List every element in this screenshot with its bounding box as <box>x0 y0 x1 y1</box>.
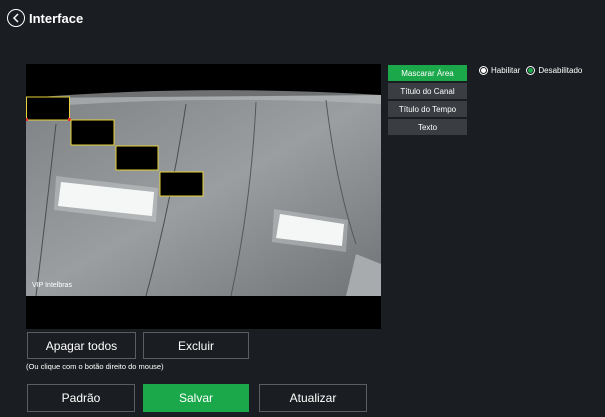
page-header: Interface <box>7 8 83 28</box>
delete-button[interactable]: Excluir <box>143 332 249 359</box>
tab-time-title[interactable]: Título do Tempo <box>388 101 467 117</box>
save-button[interactable]: Salvar <box>143 384 249 412</box>
radio-disable[interactable]: Desabilitado <box>526 66 582 75</box>
default-button[interactable]: Padrão <box>27 384 135 412</box>
video-overlay-text: VIP Intelbras <box>32 282 72 289</box>
video-preview[interactable]: VIP Intelbras <box>26 64 381 329</box>
clear-all-button[interactable]: Apagar todos <box>27 332 136 359</box>
mask-area-3[interactable] <box>115 145 159 171</box>
tab-text-label: Texto <box>417 122 438 132</box>
mask-area-1[interactable] <box>26 96 70 121</box>
tab-mask-area[interactable]: Mascarar Área <box>388 65 467 81</box>
tab-channel-title[interactable]: Título do Canal <box>388 83 467 99</box>
hint-text: (Ou clique com o botão direito do mouse) <box>26 362 164 371</box>
back-icon[interactable] <box>7 9 25 27</box>
delete-label: Excluir <box>177 338 214 353</box>
default-label: Padrão <box>61 391 101 405</box>
overlay-tabs: Mascarar Área Título do Canal Título do … <box>388 65 467 137</box>
refresh-label: Atualizar <box>289 391 337 405</box>
tab-channel-title-label: Título do Canal <box>400 86 455 96</box>
radio-enable-icon <box>479 66 488 75</box>
refresh-button[interactable]: Atualizar <box>259 384 367 412</box>
radio-enable-label: Habilitar <box>491 66 521 75</box>
page-title: Interface <box>29 10 84 26</box>
clear-all-label: Apagar todos <box>45 338 118 353</box>
mask-area-2[interactable] <box>70 119 115 146</box>
tab-text[interactable]: Texto <box>388 119 467 135</box>
radio-enable[interactable]: Habilitar <box>479 66 520 75</box>
save-label: Salvar <box>178 391 213 405</box>
mask-mode-radio-group: Habilitar Desabilitado <box>479 66 588 75</box>
tab-mask-area-label: Mascarar Área <box>401 68 454 78</box>
mask-area-4[interactable] <box>159 171 204 197</box>
tab-time-title-label: Título do Tempo <box>398 104 457 114</box>
radio-disable-icon <box>526 66 536 75</box>
radio-disable-label: Desabilitado <box>538 66 583 75</box>
